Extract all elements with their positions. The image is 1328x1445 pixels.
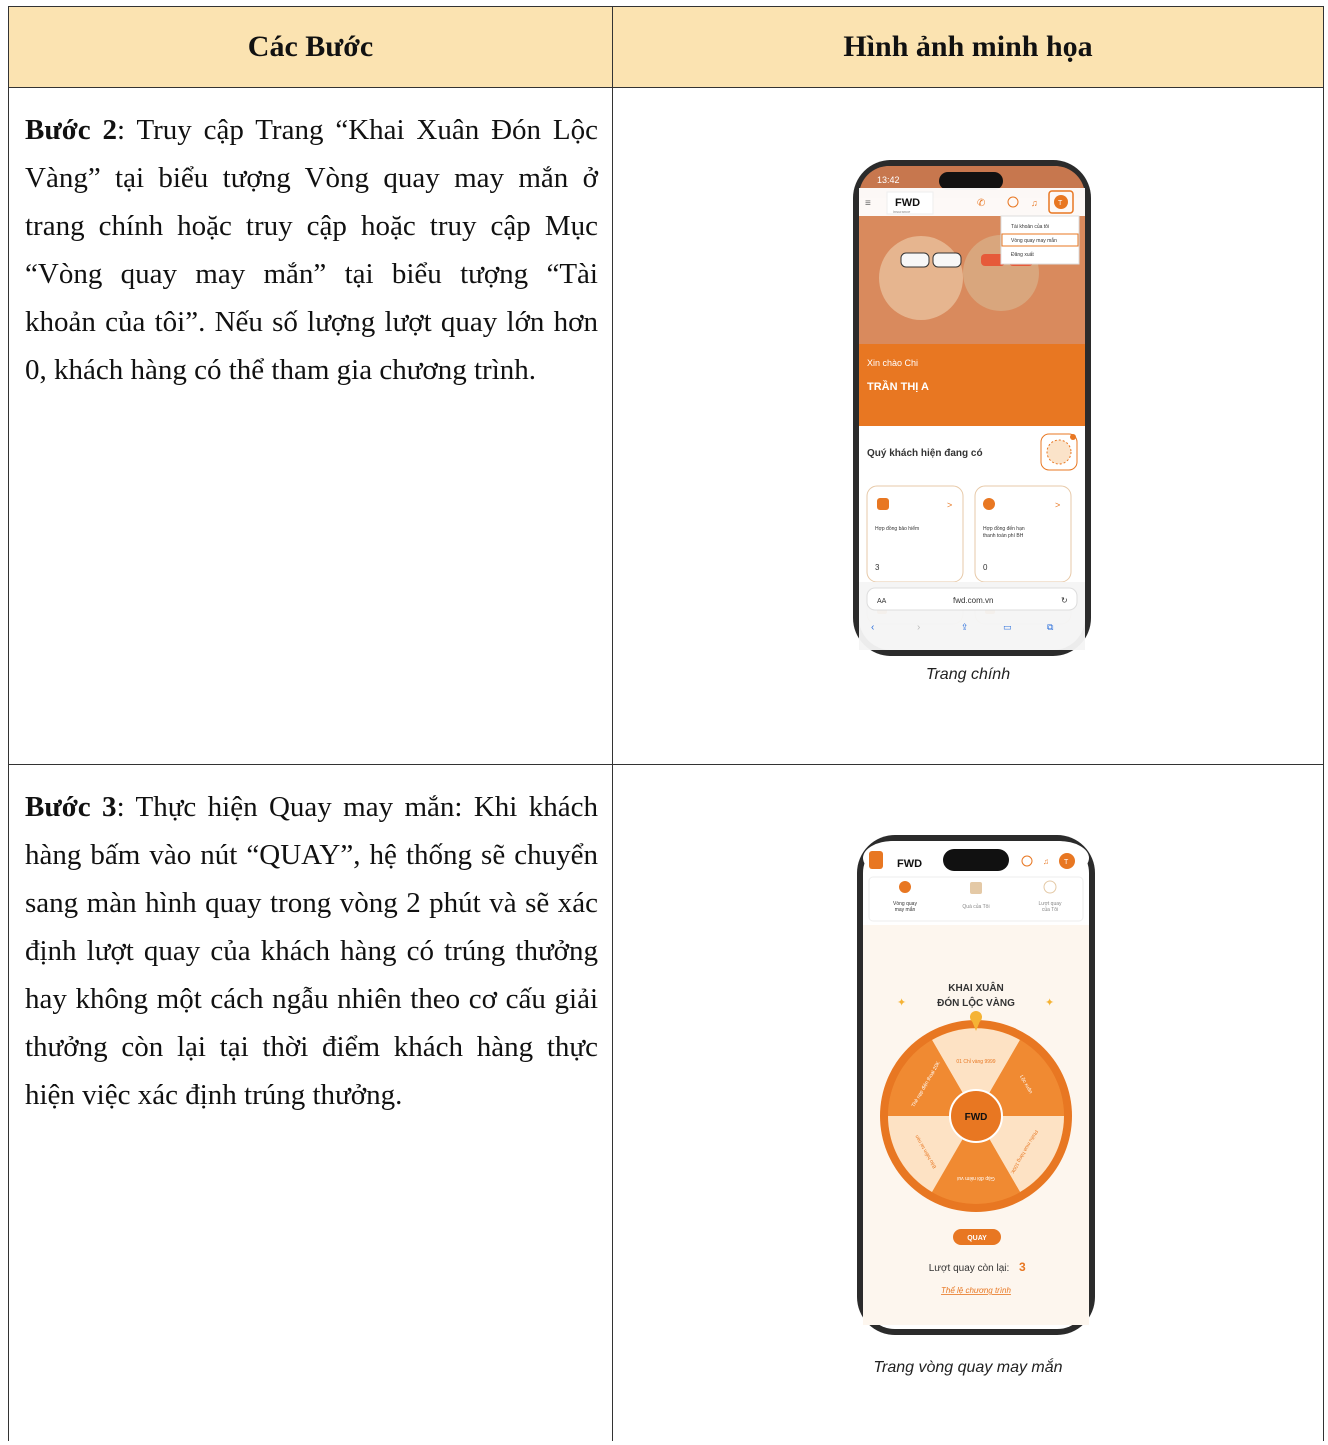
caption-home: Trang chính [925, 666, 1011, 683]
phone-wheel-screenshot: FWD ♫ T Vòng quay may mắn Quà của Tôi Lư… [855, 833, 1097, 1341]
phone-text: insurance [893, 209, 911, 214]
svg-text:⧉: ⧉ [1047, 622, 1054, 632]
step-3-body: : Thực hiện Quay may mắn: Khi khách hàng… [25, 791, 598, 1111]
card-due-label-1: Hợp đồng đến hạn [983, 526, 1025, 532]
fwd-logo-2: FWD [897, 858, 922, 870]
svg-text:>: > [947, 500, 952, 510]
phone-text: QUAY [967, 1235, 987, 1242]
status-time: 13:42 [877, 175, 900, 185]
step-2-label: Bước 2 [25, 114, 118, 146]
customer-name: TRẦN THỊ A [867, 380, 929, 393]
rules-link[interactable]: Thể lệ chương trình [941, 1286, 1011, 1295]
tab-gifts: Quà của Tôi [962, 903, 989, 910]
svg-text:✆: ✆ [977, 198, 985, 209]
step-2-body: : Truy cập Trang “Khai Xuân Đón Lộc Vàng… [25, 114, 598, 386]
summary-title: Quý khách hiện đang có [867, 448, 983, 459]
svg-text:T: T [1058, 200, 1063, 207]
step-2-text: Bước 2: Truy cập Trang “Khai Xuân Đón Lộ… [9, 88, 612, 394]
caption-wheel: Trang vòng quay may mắn [873, 1359, 1063, 1376]
svg-text:♫: ♫ [1031, 198, 1038, 208]
phone-home-screenshot: 13:42 ≡ FWD insurance ✆ ♫ T Tài khoản củ… [851, 158, 1093, 658]
remaining-value: 3 [1019, 1260, 1026, 1274]
fwd-logo: FWD [895, 197, 920, 209]
greeting: Xin chào Chi [867, 358, 918, 368]
steps-table: Các Bước Hình ảnh minh họa Bước 2: Truy … [8, 6, 1324, 1441]
svg-text:›: › [917, 622, 920, 633]
card-due-label-2: thanh toán phí BH [983, 533, 1024, 539]
url-bar: fwd.com.vn [953, 596, 993, 605]
step-3-illustration: FWD ♫ T Vòng quay may mắn Quà của Tôi Lư… [612, 764, 1324, 1441]
wheel-title-1: KHAI XUÂN [948, 981, 1004, 994]
segment-double: Gặp đôi niềm vui [957, 1175, 995, 1181]
svg-text:≡: ≡ [865, 198, 871, 209]
svg-text:✦: ✦ [897, 997, 906, 1009]
card-contracts-label: Hợp đồng bảo hiểm [875, 525, 919, 532]
segment-gold: 01 Chỉ vàng 9999 [956, 1058, 995, 1065]
step-3-cell: Bước 3: Thực hiện Quay may mắn: Khi khác… [8, 764, 613, 1441]
svg-text:⇪: ⇪ [961, 622, 969, 632]
step-3-label: Bước 3 [25, 791, 117, 823]
menu-lucky-wheel: Vòng quay may mắn [1011, 237, 1057, 244]
step-2-illustration: 13:42 ≡ FWD insurance ✆ ♫ T Tài khoản củ… [612, 87, 1324, 765]
svg-text:>: > [1055, 500, 1060, 510]
wheel-title-2: ĐÓN LỘC VÀNG [937, 996, 1015, 1009]
svg-text:‹: ‹ [871, 622, 874, 633]
tab-wheel-2: may mắn [895, 906, 916, 913]
header-illustration: Hình ảnh minh họa [612, 6, 1324, 88]
svg-text:▭: ▭ [1003, 622, 1012, 632]
svg-text:✦: ✦ [1045, 997, 1054, 1009]
svg-text:♫: ♫ [1043, 857, 1049, 866]
phone-text: AA [877, 598, 887, 605]
wheel-center-logo: FWD [965, 1112, 988, 1123]
step-2-cell: Bước 2: Truy cập Trang “Khai Xuân Đón Lộ… [8, 87, 613, 765]
svg-text:T: T [1064, 859, 1069, 866]
menu-logout: Đăng xuất [1011, 252, 1034, 258]
step-3-text: Bước 3: Thực hiện Quay may mắn: Khi khác… [9, 765, 612, 1119]
header-steps: Các Bước [8, 6, 613, 88]
card-due-value: 0 [983, 563, 988, 572]
remaining-label: Lượt quay còn lại: [929, 1263, 1010, 1274]
tab-spins-2: của Tôi [1042, 906, 1058, 913]
svg-text:↻: ↻ [1061, 596, 1068, 605]
card-contracts-value: 3 [875, 563, 880, 572]
menu-my-account: Tài khoản của tôi [1011, 223, 1049, 230]
